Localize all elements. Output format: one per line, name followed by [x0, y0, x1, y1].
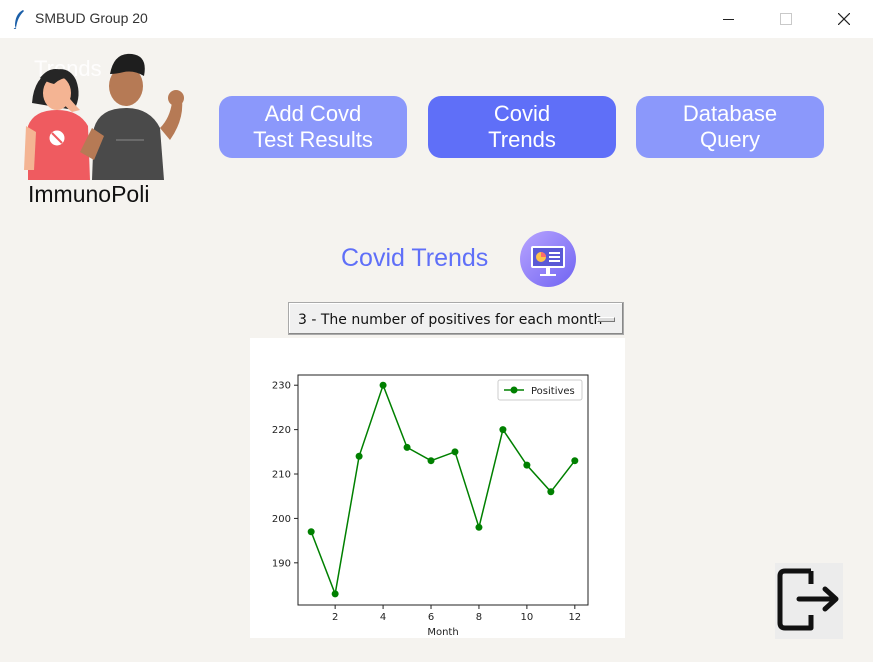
- y-tick-label: 190: [272, 558, 291, 569]
- data-point: [331, 590, 339, 598]
- data-point: [475, 523, 483, 531]
- data-point: [499, 426, 507, 434]
- window-title: SMBUD Group 20: [35, 10, 148, 26]
- data-point: [451, 448, 459, 456]
- presentation-board-icon: [520, 231, 576, 287]
- brand-name: ImmunoPoli: [28, 181, 150, 207]
- database-query-button[interactable]: Database Query: [636, 96, 824, 158]
- data-point: [547, 488, 555, 496]
- logout-button[interactable]: [775, 563, 843, 639]
- section-title: Covid Trends: [341, 244, 489, 272]
- x-tick-label: 10: [521, 612, 534, 623]
- y-tick-label: 200: [272, 514, 291, 525]
- legend-label: Positives: [531, 386, 575, 397]
- minimize-button[interactable]: [699, 0, 757, 38]
- feather-icon: [13, 10, 24, 29]
- logout-icon: [777, 568, 839, 631]
- data-point: [355, 452, 363, 460]
- title-bar: SMBUD Group 20: [0, 0, 873, 38]
- data-point: [427, 457, 435, 465]
- data-point: [403, 443, 411, 451]
- minimize-icon: [722, 18, 734, 20]
- close-icon: [838, 13, 850, 25]
- positives-chart: 2 4 6 8 10 12 190 200 210 220 230 Month Positives: [250, 338, 625, 638]
- dropdown-handle-icon: [597, 317, 615, 322]
- y-tick-label: 230: [272, 381, 291, 392]
- covid-trends-button[interactable]: Covid Trends: [428, 96, 616, 158]
- x-tick-label: 8: [476, 612, 482, 623]
- x-tick-label: 6: [428, 612, 434, 623]
- x-tick-label: 2: [332, 612, 338, 623]
- data-point: [307, 528, 315, 536]
- x-tick-label: 12: [568, 612, 581, 623]
- maximize-button[interactable]: [757, 0, 815, 38]
- y-tick-label: 220: [272, 425, 291, 436]
- data-point: [523, 461, 531, 469]
- x-axis-label: Month: [427, 627, 458, 638]
- series-line: [310, 383, 576, 597]
- close-button[interactable]: [815, 0, 873, 38]
- data-point: [379, 381, 387, 389]
- maximize-icon: [780, 13, 792, 25]
- legend-marker: [510, 386, 518, 394]
- positives-line-chart: 2 4 6 8 10 12 190 200 210 220 230 Month Positives: [272, 374, 589, 638]
- query-select[interactable]: 3 - The number of positives for each mon…: [288, 302, 624, 335]
- x-tick-label: 4: [380, 612, 386, 623]
- data-point: [571, 457, 579, 465]
- query-select-value: 3 - The number of positives for each mon…: [298, 312, 603, 328]
- add-covid-test-results-button[interactable]: Add Covd Test Results: [219, 96, 407, 158]
- plot-frame: [297, 374, 589, 606]
- two-people-flexing-illustration: [24, 53, 184, 180]
- y-tick-label: 210: [272, 470, 291, 481]
